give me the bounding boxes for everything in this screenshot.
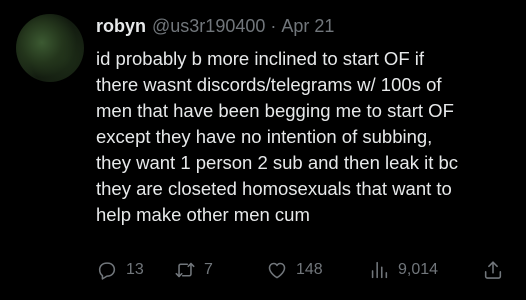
- like-button[interactable]: 148: [266, 258, 323, 282]
- views-button[interactable]: 9,014: [368, 258, 438, 282]
- repost-count: 7: [204, 261, 213, 278]
- tweet-text-line: they are closeted homosexuals that want …: [96, 178, 452, 199]
- tweet[interactable]: robyn @us3r190400 · Apr 21 id probably b…: [0, 0, 526, 300]
- repost-button[interactable]: 7: [174, 258, 213, 282]
- avatar[interactable]: [16, 14, 84, 82]
- tweet-text-line: they want 1 person 2 sub and then leak i…: [96, 152, 459, 173]
- tweet-date[interactable]: Apr 21: [281, 16, 334, 37]
- author-name[interactable]: robyn: [96, 16, 146, 37]
- tweet-text-line: there wasnt discords/telegrams w/ 100s o…: [96, 74, 442, 95]
- share-button[interactable]: [482, 258, 504, 282]
- share-icon: [484, 261, 502, 279]
- reply-icon: [98, 262, 116, 280]
- reply-count: 13: [126, 261, 144, 278]
- author-handle[interactable]: @us3r190400: [152, 16, 265, 37]
- tweet-text: id probably b more inclined to start OF …: [96, 46, 516, 228]
- repost-icon: [175, 262, 195, 278]
- header-separator: ·: [270, 15, 277, 36]
- tweet-text-line: men that have been begging me to start O…: [96, 100, 454, 121]
- tweet-text-line: id probably b more inclined to start OF …: [96, 48, 425, 69]
- reply-button[interactable]: 13: [96, 258, 144, 282]
- tweet-actions: 13 7 148 9,014: [96, 258, 512, 282]
- views-icon: [371, 261, 388, 279]
- like-count: 148: [296, 261, 323, 278]
- tweet-text-line: help make other men cum: [96, 204, 310, 225]
- like-icon: [268, 262, 286, 279]
- tweet-header: robyn @us3r190400 · Apr 21: [96, 14, 334, 38]
- views-count: 9,014: [398, 261, 439, 278]
- tweet-text-line: except they have no intention of subbing…: [96, 126, 433, 147]
